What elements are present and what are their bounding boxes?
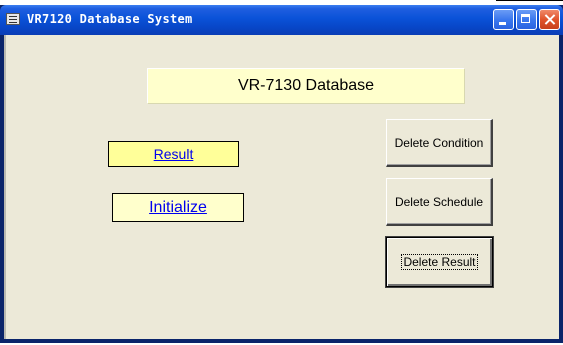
database-heading: VR-7130 Database xyxy=(147,68,465,104)
result-link[interactable]: Result xyxy=(154,146,194,162)
result-link-box: Result xyxy=(108,141,239,167)
initialize-link-box: Initialize xyxy=(112,193,244,222)
delete-schedule-label: Delete Schedule xyxy=(394,194,484,209)
app-form-icon[interactable] xyxy=(6,13,20,25)
form-client-area: VR-7130 Database Result Initialize Delet… xyxy=(4,35,559,339)
delete-schedule-button[interactable]: Delete Schedule xyxy=(386,178,493,226)
delete-result-label: Delete Result xyxy=(401,254,478,270)
delete-condition-label: Delete Condition xyxy=(394,135,484,150)
delete-condition-button[interactable]: Delete Condition xyxy=(386,119,493,167)
title-bar[interactable]: VR7120 Database System xyxy=(0,5,563,35)
delete-result-button[interactable]: Delete Result xyxy=(385,236,494,288)
window-title: VR7120 Database System xyxy=(27,12,193,26)
maximize-icon[interactable] xyxy=(516,9,537,30)
initialize-link[interactable]: Initialize xyxy=(149,199,207,217)
close-icon[interactable] xyxy=(539,9,560,30)
app-window: VR7120 Database System VR-7130 Database … xyxy=(0,5,563,343)
minimize-icon[interactable] xyxy=(493,9,514,30)
